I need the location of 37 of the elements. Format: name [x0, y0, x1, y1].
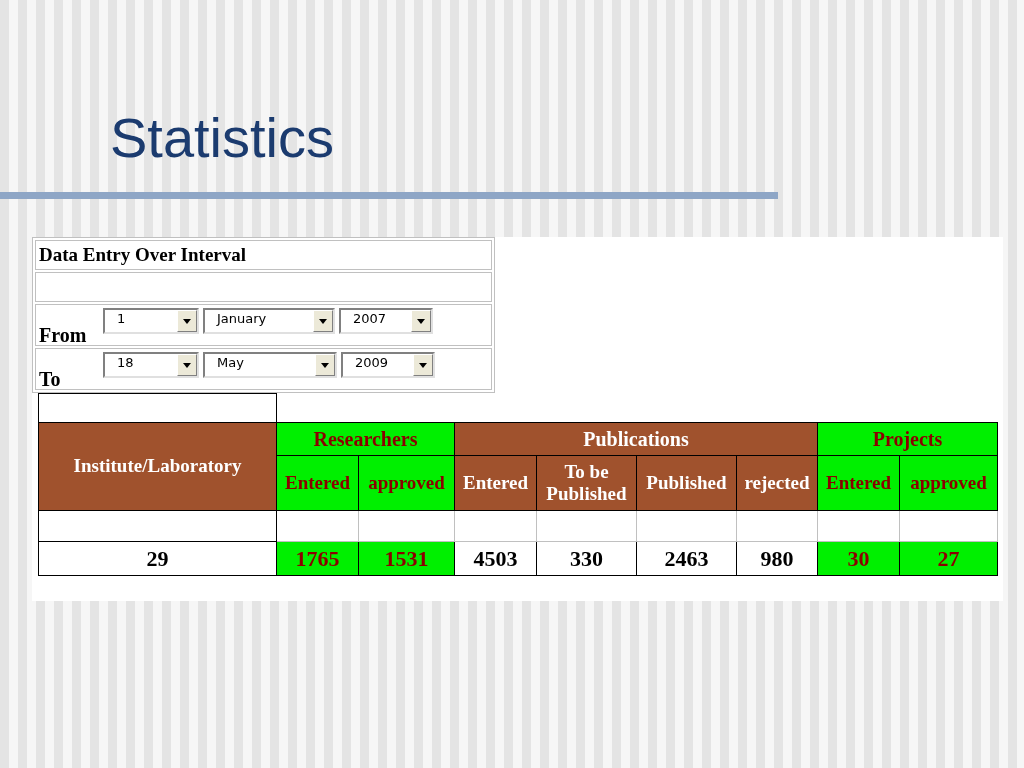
table-cell: 30 [817, 541, 900, 576]
group-header: Publications [454, 422, 818, 456]
date-label: From [39, 323, 88, 348]
table-cell: 2463 [636, 541, 737, 576]
dropdown-field[interactable]: May [203, 352, 337, 378]
dropdown-field[interactable]: 2007 [339, 308, 433, 334]
column-header: rejected [736, 455, 818, 511]
column-header: Institute/Laboratory [38, 422, 277, 511]
caret-icon [413, 354, 433, 376]
form-title: Data Entry Over Interval [39, 242, 247, 267]
table-cell: 1765 [276, 541, 359, 576]
dropdown-field[interactable]: 18 [103, 352, 199, 378]
group-header: Projects [817, 422, 998, 456]
column-header: To be Published [536, 455, 637, 511]
caret-icon [411, 310, 431, 332]
dropdown-field[interactable]: 2009 [341, 352, 435, 378]
dropdown-field[interactable]: January [203, 308, 335, 334]
column-header: Entered [454, 455, 537, 511]
dropdown-field[interactable]: 1 [103, 308, 199, 334]
column-header: Entered [276, 455, 359, 511]
slide-title: Statistics [110, 105, 336, 171]
column-header: approved [899, 455, 998, 511]
table-cell: 1531 [358, 541, 455, 576]
caret-icon [315, 354, 335, 376]
table-cell: 4503 [454, 541, 537, 576]
table-cell: 330 [536, 541, 637, 576]
group-header: Researchers [276, 422, 455, 456]
caret-icon [177, 354, 197, 376]
column-header: Published [636, 455, 737, 511]
column-header: Entered [817, 455, 900, 511]
table-cell: 29 [38, 541, 277, 576]
caret-icon [177, 310, 197, 332]
caret-icon [313, 310, 333, 332]
table-cell: 27 [899, 541, 998, 576]
date-label: To [39, 367, 62, 392]
table-cell: 980 [736, 541, 818, 576]
column-header: approved [358, 455, 455, 511]
